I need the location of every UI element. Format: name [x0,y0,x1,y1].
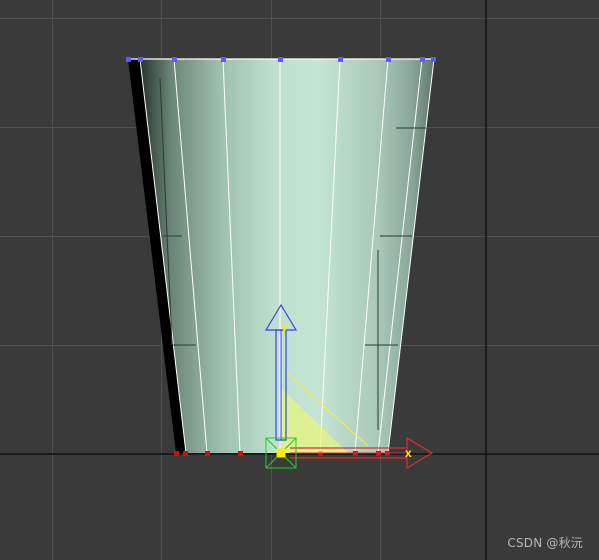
watermark-text: CSDN @秋沅 [507,536,583,550]
viewport-canvas[interactable]: y x [0,0,599,560]
gizmo-y-label: y [281,320,288,334]
perspective-viewport[interactable]: y x CSDN @秋沅 [0,0,599,560]
gizmo-x-label: x [405,446,412,460]
cone-top-vertices[interactable] [126,57,436,62]
gizmo-pivot-point[interactable] [276,448,286,458]
